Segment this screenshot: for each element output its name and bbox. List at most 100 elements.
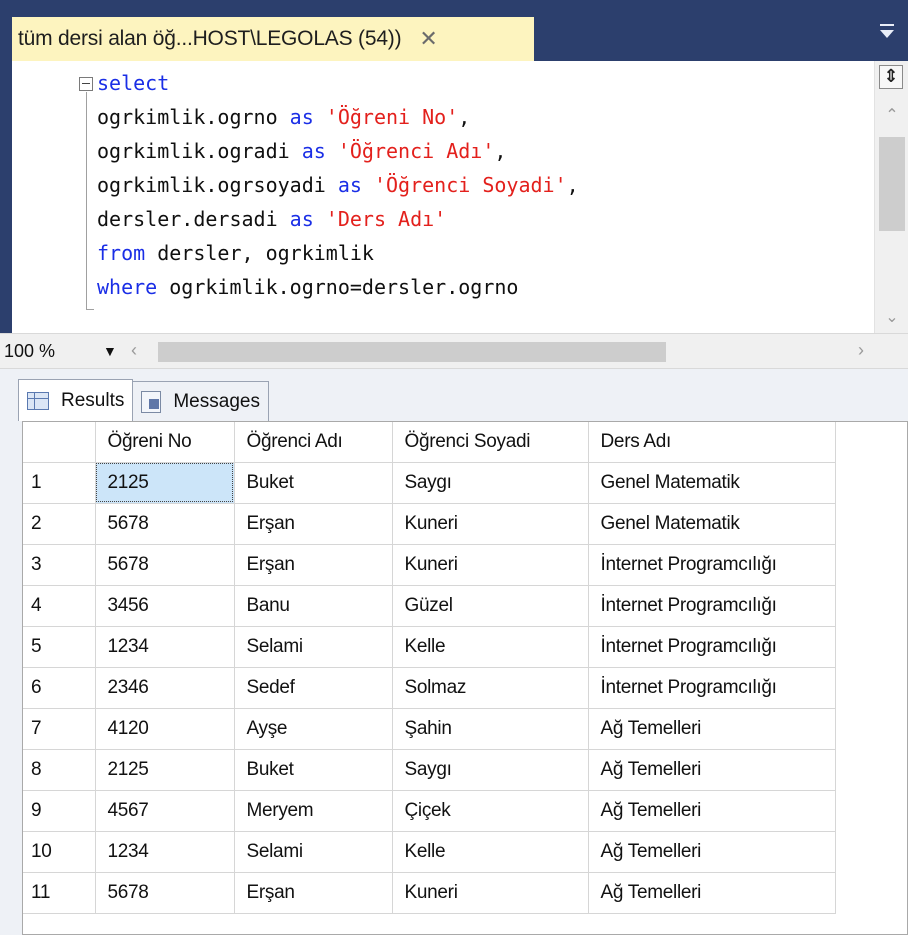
split-editor-icon[interactable]: ⇕ [879, 65, 903, 89]
table-row: 5 1234 Selami Kelle İnternet Programcılı… [23, 626, 836, 668]
table-row: 9 4567 Meryem Çiçek Ağ Temelleri [23, 790, 836, 832]
grid-cell[interactable]: Şahin [392, 708, 589, 750]
document-tab-strip: tüm dersi alan öğ...HOST\LEGOLAS (54)) ✕ [0, 0, 908, 61]
grid-cell[interactable]: Erşan [234, 503, 393, 545]
grid-cell[interactable]: 1234 [95, 626, 235, 668]
grid-cell[interactable]: Genel Matematik [588, 462, 836, 504]
results-tab-bar: Results Messages [18, 379, 269, 421]
grid-cell[interactable]: 2125 [95, 462, 235, 504]
grid-cell[interactable]: Banu [234, 585, 393, 627]
grid-cell[interactable]: Güzel [392, 585, 589, 627]
grid-cell[interactable]: Selami [234, 626, 393, 668]
scroll-up-icon[interactable]: ⌃ [875, 105, 908, 127]
grid-cell[interactable]: Ağ Temelleri [588, 749, 836, 791]
grid-cell[interactable]: Buket [234, 462, 393, 504]
collapse-outline-icon[interactable] [79, 77, 93, 91]
table-row: 10 1234 Selami Kelle Ağ Temelleri [23, 831, 836, 873]
grid-cell[interactable]: Kuneri [392, 544, 589, 586]
grid-cell[interactable]: Selami [234, 831, 393, 873]
grid-cell[interactable]: Erşan [234, 872, 393, 914]
grid-cell[interactable]: İnternet Programcılığı [588, 667, 836, 709]
column-header[interactable]: Öğreni No [95, 422, 235, 463]
results-table: Öğreni No Öğrenci Adı Öğrenci Soyadi Der… [23, 422, 836, 914]
row-number-header[interactable] [23, 422, 96, 463]
tab-list-dropdown-icon[interactable] [880, 24, 894, 42]
grid-cell[interactable]: Genel Matematik [588, 503, 836, 545]
grid-cell[interactable]: İnternet Programcılığı [588, 544, 836, 586]
table-row: 7 4120 Ayşe Şahin Ağ Temelleri [23, 708, 836, 750]
grid-cell[interactable]: 5678 [95, 872, 235, 914]
row-number[interactable]: 10 [23, 831, 96, 873]
row-number[interactable]: 6 [23, 667, 96, 709]
table-row: 3 5678 Erşan Kuneri İnternet Programcılı… [23, 544, 836, 586]
zoom-level[interactable]: 100 % [4, 341, 55, 362]
grid-icon [27, 391, 49, 410]
horizontal-scroll-thumb[interactable] [158, 342, 666, 362]
query-editor[interactable]: select ogrkimlik.ogrno as 'Öğreni No', o… [0, 61, 908, 333]
scroll-thumb[interactable] [879, 137, 905, 231]
grid-cell[interactable]: Ağ Temelleri [588, 790, 836, 832]
row-number[interactable]: 2 [23, 503, 96, 545]
grid-cell[interactable]: Çiçek [392, 790, 589, 832]
scroll-right-icon[interactable]: › [858, 340, 864, 361]
row-number[interactable]: 7 [23, 708, 96, 750]
grid-cell[interactable]: Saygı [392, 749, 589, 791]
tab-messages[interactable]: Messages [132, 381, 269, 421]
table-row: 4 3456 Banu Güzel İnternet Programcılığı [23, 585, 836, 627]
grid-cell[interactable]: 2346 [95, 667, 235, 709]
table-row: 2 5678 Erşan Kuneri Genel Matematik [23, 503, 836, 545]
grid-cell[interactable]: Kuneri [392, 503, 589, 545]
grid-cell[interactable]: 5678 [95, 544, 235, 586]
grid-cell[interactable]: Kelle [392, 626, 589, 668]
zoom-bar: 100 % ▼ ‹ › [0, 333, 908, 369]
tab-messages-label: Messages [173, 390, 260, 412]
editor-vertical-scrollbar[interactable]: ⇕ ⌃ ⌄ [874, 61, 908, 333]
row-number[interactable]: 8 [23, 749, 96, 791]
messages-icon [141, 390, 162, 413]
grid-cell[interactable]: Erşan [234, 544, 393, 586]
grid-cell[interactable]: Buket [234, 749, 393, 791]
tab-results[interactable]: Results [18, 379, 134, 421]
scroll-left-icon[interactable]: ‹ [131, 340, 137, 361]
grid-cell[interactable]: Kelle [392, 831, 589, 873]
table-row: 11 5678 Erşan Kuneri Ağ Temelleri [23, 872, 836, 914]
results-pane: Results Messages Öğreni No Öğrenci Adı Ö… [0, 369, 908, 935]
results-grid[interactable]: Öğreni No Öğrenci Adı Öğrenci Soyadi Der… [22, 421, 908, 935]
row-number[interactable]: 3 [23, 544, 96, 586]
sql-code[interactable]: select ogrkimlik.ogrno as 'Öğreni No', o… [97, 66, 579, 304]
grid-cell[interactable]: 3456 [95, 585, 235, 627]
grid-cell[interactable]: 4120 [95, 708, 235, 750]
outline-guide [86, 92, 87, 310]
grid-cell[interactable]: 4567 [95, 790, 235, 832]
column-header[interactable]: Ders Adı [588, 422, 836, 463]
row-number[interactable]: 9 [23, 790, 96, 832]
grid-cell[interactable]: Meryem [234, 790, 393, 832]
column-header[interactable]: Öğrenci Soyadi [392, 422, 589, 463]
row-number[interactable]: 1 [23, 462, 96, 504]
column-header[interactable]: Öğrenci Adı [234, 422, 393, 463]
grid-cell[interactable]: 5678 [95, 503, 235, 545]
grid-cell[interactable]: İnternet Programcılığı [588, 585, 836, 627]
grid-cell[interactable]: Solmaz [392, 667, 589, 709]
grid-cell[interactable]: Kuneri [392, 872, 589, 914]
grid-cell[interactable]: İnternet Programcılığı [588, 626, 836, 668]
zoom-dropdown-icon[interactable]: ▼ [103, 343, 117, 359]
query-document-tab[interactable]: tüm dersi alan öğ...HOST\LEGOLAS (54)) ✕ [12, 17, 534, 61]
row-number[interactable]: 4 [23, 585, 96, 627]
table-row: 1 2125 Buket Saygı Genel Matematik [23, 462, 836, 504]
close-icon[interactable]: ✕ [419, 28, 437, 50]
grid-cell[interactable]: 1234 [95, 831, 235, 873]
grid-cell[interactable]: Sedef [234, 667, 393, 709]
grid-cell[interactable]: Ayşe [234, 708, 393, 750]
grid-cell[interactable]: Ağ Temelleri [588, 831, 836, 873]
header-row: Öğreni No Öğrenci Adı Öğrenci Soyadi Der… [23, 422, 836, 463]
scroll-down-icon[interactable]: ⌄ [875, 307, 908, 329]
table-row: 6 2346 Sedef Solmaz İnternet Programcılı… [23, 667, 836, 709]
grid-cell[interactable]: Ağ Temelleri [588, 708, 836, 750]
table-row: 8 2125 Buket Saygı Ağ Temelleri [23, 749, 836, 791]
row-number[interactable]: 5 [23, 626, 96, 668]
grid-cell[interactable]: Saygı [392, 462, 589, 504]
row-number[interactable]: 11 [23, 872, 96, 914]
grid-cell[interactable]: 2125 [95, 749, 235, 791]
grid-cell[interactable]: Ağ Temelleri [588, 872, 836, 914]
